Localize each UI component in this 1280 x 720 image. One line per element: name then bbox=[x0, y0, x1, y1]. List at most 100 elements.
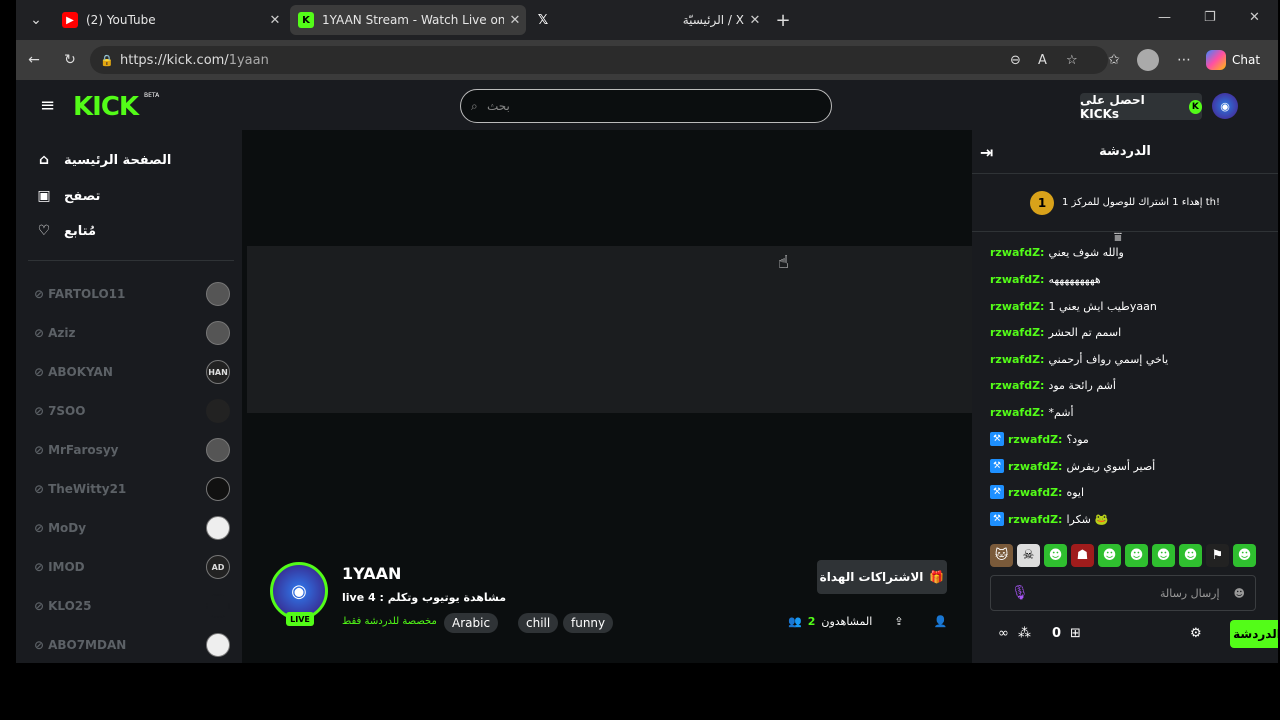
chat-text: أصير أسوي ريفرش bbox=[1066, 459, 1156, 473]
url-host: https://kick.com/ bbox=[120, 52, 229, 68]
user-avatar[interactable]: ◉ bbox=[1212, 93, 1238, 119]
sidebar-channel[interactable]: ⊘ Aziz bbox=[34, 319, 230, 347]
gift-icon: 🎁 bbox=[929, 570, 945, 584]
tag-funny[interactable]: funny bbox=[563, 613, 614, 633]
chat-message[interactable]: rzwafdZ: *أشم bbox=[990, 402, 1074, 422]
chat-message[interactable]: ⚒ rzwafdZ: شكرا 🐸 bbox=[990, 509, 1109, 529]
skull-emote-icon[interactable]: ☠ bbox=[1017, 544, 1040, 567]
avatar: HAN bbox=[206, 360, 230, 384]
channel-name: ABOKYAN bbox=[48, 365, 113, 379]
tab-actions-icon[interactable]: ⌄ bbox=[24, 8, 48, 32]
get-kicks-button[interactable]: احصل على KICKs K bbox=[1080, 93, 1202, 121]
sidebar-channel[interactable]: ⊘ MoDy bbox=[34, 514, 230, 542]
tab-kick[interactable]: K 1YAAN Stream - Watch Live on Kic ✕ bbox=[290, 5, 526, 35]
close-icon[interactable]: ✕ bbox=[264, 13, 286, 28]
follow-icon[interactable]: 👤 bbox=[933, 615, 947, 628]
chat-text: *أشم bbox=[1048, 405, 1074, 419]
chat-text: طيب ايش يعني 1yaan bbox=[1048, 299, 1157, 313]
kicks-icon: K bbox=[1188, 99, 1202, 114]
infinity-icon[interactable]: ∞ bbox=[998, 626, 1009, 641]
zoom-icon[interactable]: ⊖ bbox=[1010, 53, 1021, 68]
tab-x[interactable]: 𝕏 bbox=[530, 5, 556, 35]
sidebar-channel[interactable]: ⊘ KLO25 bbox=[34, 592, 230, 620]
chat-message[interactable]: rzwafdZ: هههههههههه bbox=[990, 269, 1101, 289]
refresh-icon[interactable]: ↻ bbox=[58, 48, 82, 72]
chat-input[interactable]: 🎙 إرسال رسالة ☻ bbox=[990, 575, 1256, 611]
offline-icon: ⊘ bbox=[34, 365, 45, 379]
sidebar-channel[interactable]: ⊘ ABOKYAN HAN bbox=[34, 358, 230, 386]
tab-x-home[interactable]: الرئيسيّة / X ✕ bbox=[666, 5, 766, 35]
emoji-picker-icon[interactable]: ☻ bbox=[1234, 587, 1245, 600]
favorites-icon[interactable]: ✩ bbox=[1102, 48, 1126, 72]
video-player[interactable] bbox=[247, 246, 972, 413]
chat-message[interactable]: rzwafdZ: أشم رائحة مود bbox=[990, 375, 1116, 395]
profile-icon[interactable] bbox=[1137, 49, 1159, 71]
sidebar-channel[interactable]: ⊘ MrFarosyy bbox=[34, 436, 230, 464]
tag-arabic[interactable]: Arabic bbox=[444, 613, 499, 633]
tab-title: 1YAAN Stream - Watch Live on Kic bbox=[322, 13, 504, 27]
tab-youtube[interactable]: ▶ (2) YouTube ✕ bbox=[54, 5, 286, 35]
favorite-icon[interactable]: ☆ bbox=[1066, 53, 1078, 68]
emote-icon[interactable]: ☻ bbox=[1179, 544, 1202, 567]
settings-icon[interactable]: ⚙ bbox=[1190, 626, 1202, 641]
nav-home[interactable]: ⌂ الصفحة الرئيسية bbox=[36, 148, 171, 172]
close-icon[interactable]: ✕ bbox=[504, 13, 526, 28]
nav-following[interactable]: ♡ مُتابع bbox=[36, 219, 96, 243]
sidebar-channel[interactable]: ⊘ ABO7MDAN bbox=[34, 631, 230, 659]
url-input[interactable]: 🔒 https://kick.com/1yaan ⊖ A ☆ bbox=[90, 46, 1108, 74]
stream-title: live 4 : مشاهدة يوتيوب وتكلم bbox=[342, 591, 507, 604]
search-input[interactable]: ⌕ بحث bbox=[460, 89, 832, 123]
kick-logo[interactable]: KICK bbox=[73, 92, 139, 122]
stream-category[interactable]: مخصصة للدردشة فقط bbox=[342, 616, 437, 627]
emote-icon[interactable]: ☻ bbox=[1233, 544, 1256, 567]
chat-message[interactable]: rzwafdZ: طيب ايش يعني 1yaan bbox=[990, 296, 1157, 316]
emote-icon[interactable]: ☻ bbox=[1152, 544, 1175, 567]
tag-chill[interactable]: chill bbox=[518, 613, 559, 633]
gift-label: الاشتراكات الهداة bbox=[819, 570, 924, 584]
emote-icon[interactable]: ☻ bbox=[1044, 544, 1067, 567]
cat-emote-icon[interactable]: 🐱 bbox=[990, 544, 1013, 567]
read-aloud-icon[interactable]: A bbox=[1038, 53, 1047, 68]
minimize-icon[interactable]: — bbox=[1158, 10, 1171, 25]
channel-name: FARTOLO11 bbox=[48, 287, 126, 301]
pinned-leaderboard[interactable]: 1 إهداء 1 اشتراك للوصول للمركز 1 th! bbox=[972, 174, 1278, 232]
points-icon[interactable]: ⁂ bbox=[1018, 626, 1031, 641]
hamburger-icon[interactable]: ≡ bbox=[40, 95, 55, 116]
address-bar-row: ← ↻ 🔒 https://kick.com/1yaan ⊖ A ☆ ✩ ⋯ C… bbox=[16, 40, 1278, 80]
home-icon: ⌂ bbox=[38, 152, 50, 168]
share-icon[interactable]: ⇪ bbox=[894, 615, 903, 628]
chat-username: rzwafdZ: bbox=[990, 405, 1045, 419]
copilot-icon bbox=[1206, 50, 1226, 70]
microphone-icon[interactable]: 🎙 bbox=[1011, 585, 1029, 601]
chat-message[interactable]: ⚒ rzwafdZ: مود؟ bbox=[990, 429, 1089, 449]
sidebar-channel[interactable]: ⊘ 7SOO bbox=[34, 397, 230, 425]
back-icon[interactable]: ← bbox=[22, 48, 46, 72]
copilot-chat-button[interactable]: Chat bbox=[1206, 47, 1274, 73]
person-emote-icon[interactable]: ☗ bbox=[1071, 544, 1094, 567]
chat-title: الدردشة bbox=[1099, 144, 1151, 159]
chat-message[interactable]: rzwafdZ: اسمم تم الحشر bbox=[990, 322, 1121, 342]
gift-icon[interactable]: ⊞ bbox=[1070, 626, 1081, 641]
top-nav: ≡ KICK BETA ⌕ بحث احصل على KICKs K ◉ bbox=[16, 80, 1278, 130]
new-tab-icon[interactable]: + bbox=[771, 8, 795, 32]
gift-subs-button[interactable]: الاشتراكات الهداة 🎁 bbox=[817, 560, 947, 594]
emote-icon[interactable]: ☻ bbox=[1125, 544, 1148, 567]
collapse-chat-icon[interactable]: ⇥ bbox=[980, 143, 993, 162]
chat-message[interactable]: rzwafdZ: والله شوف يعني bbox=[990, 242, 1124, 262]
sidebar-channel[interactable]: ⊘ TheWitty21 bbox=[34, 475, 230, 503]
emote-icon[interactable]: ☻ bbox=[1098, 544, 1121, 567]
sidebar-channel[interactable]: ⊘ IMOD AD bbox=[34, 553, 230, 581]
window-close-icon[interactable]: ✕ bbox=[1249, 10, 1260, 25]
offline-icon: ⊘ bbox=[34, 443, 45, 457]
send-chat-button[interactable]: الدردشة bbox=[1230, 620, 1278, 648]
chat-message[interactable]: ⚒ rzwafdZ: ايوه bbox=[990, 482, 1084, 502]
chat-message[interactable]: rzwafdZ: ياخي إسمي رواف أرحمني bbox=[990, 349, 1168, 369]
chat-message[interactable]: ⚒ rzwafdZ: أصير أسوي ريفرش bbox=[990, 456, 1155, 476]
nav-browse[interactable]: ▣ تصفح bbox=[36, 184, 100, 208]
close-icon[interactable]: ✕ bbox=[744, 13, 766, 28]
restore-icon[interactable]: ❐ bbox=[1204, 10, 1216, 25]
more-icon[interactable]: ⋯ bbox=[1172, 48, 1196, 72]
sidebar-channel[interactable]: ⊘ FARTOLO11 bbox=[34, 280, 230, 308]
channel-name[interactable]: 1YAAN bbox=[342, 564, 401, 583]
emote-icon[interactable]: ⚑ bbox=[1206, 544, 1229, 567]
